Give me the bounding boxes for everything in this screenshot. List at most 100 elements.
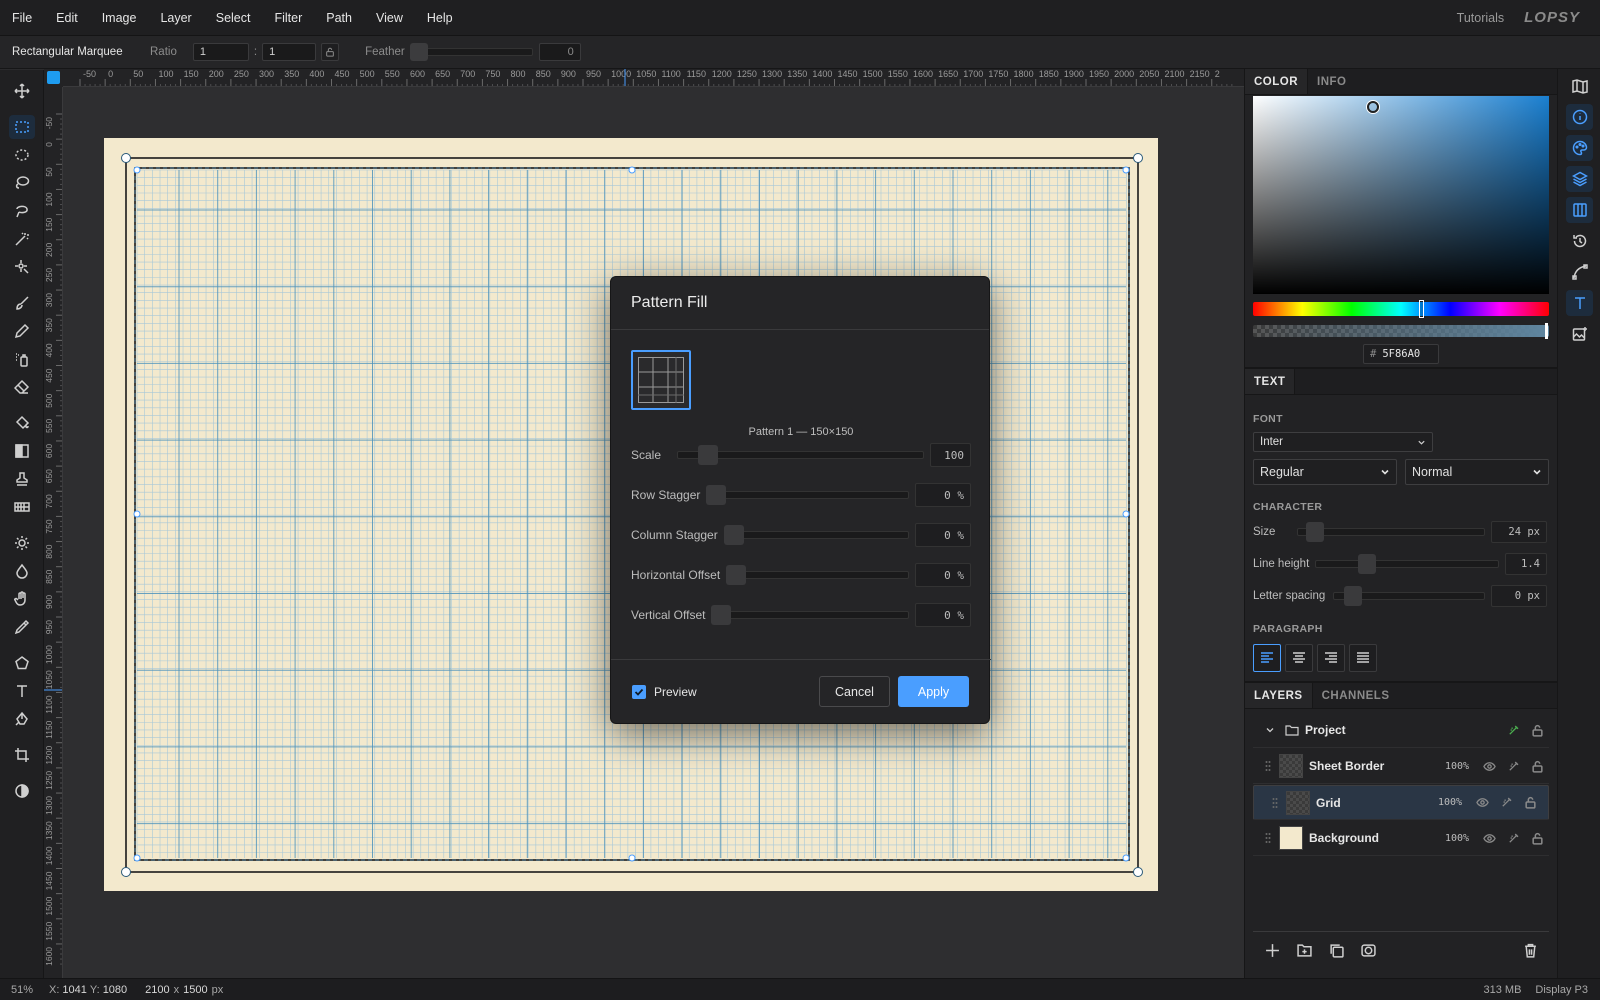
hue-slider[interactable] <box>1253 302 1549 316</box>
tutorials-link[interactable]: Tutorials <box>1457 11 1504 25</box>
selection-handle[interactable] <box>133 854 141 862</box>
drag-handle-icon[interactable] <box>1265 760 1271 772</box>
line-height-slider[interactable] <box>1315 554 1499 574</box>
zoom-level[interactable]: 51% <box>11 984 43 996</box>
horizontal-offset-slider-thumb[interactable] <box>726 565 747 585</box>
align-center-button[interactable] <box>1285 644 1313 672</box>
pattern-swatch[interactable] <box>631 350 691 410</box>
dodge-tool[interactable] <box>9 531 35 555</box>
menu-image[interactable]: Image <box>90 11 149 25</box>
magic-wand-tool[interactable] <box>9 227 35 251</box>
layer-row[interactable]: Background 100% <box>1253 821 1549 856</box>
lock-icon[interactable] <box>1518 796 1542 809</box>
fx-icon[interactable] <box>1501 724 1525 737</box>
color-panel-button[interactable] <box>1566 135 1593 161</box>
image-panel-button[interactable] <box>1566 321 1593 347</box>
menu-path[interactable]: Path <box>314 11 364 25</box>
row-stagger-slider-thumb[interactable] <box>706 485 727 505</box>
pencil-tool[interactable] <box>9 319 35 343</box>
shape-tool[interactable] <box>9 651 35 675</box>
tab-layers[interactable]: LAYERS <box>1245 683 1313 708</box>
hex-value[interactable]: 5F86A0 <box>1382 348 1420 360</box>
gradient-tool[interactable] <box>9 439 35 463</box>
move-tool[interactable] <box>9 79 35 103</box>
lock-icon[interactable] <box>1525 724 1549 737</box>
eraser-tool[interactable] <box>9 375 35 399</box>
spray-tool[interactable] <box>9 347 35 371</box>
map-panel-button[interactable] <box>1566 73 1593 99</box>
line-height-slider-thumb[interactable] <box>1358 554 1376 574</box>
tab-info[interactable]: INFO <box>1308 69 1355 94</box>
letter-spacing-slider-thumb[interactable] <box>1344 586 1362 606</box>
selection-handle[interactable] <box>133 510 141 518</box>
column-stagger-slider[interactable] <box>723 525 909 545</box>
hex-field[interactable]: # 5F86A0 <box>1363 344 1439 364</box>
menu-select[interactable]: Select <box>204 11 263 25</box>
layer-opacity[interactable]: 100% <box>1445 833 1477 844</box>
tab-color[interactable]: COLOR <box>1245 69 1309 94</box>
align-right-button[interactable] <box>1317 644 1345 672</box>
scale-slider-thumb[interactable] <box>698 445 718 465</box>
transform-handle[interactable] <box>1133 867 1143 877</box>
menu-layer[interactable]: Layer <box>148 11 203 25</box>
selection-handle[interactable] <box>133 166 141 174</box>
blur-tool[interactable] <box>9 559 35 583</box>
apply-button[interactable]: Apply <box>898 676 969 707</box>
layer-opacity[interactable]: 100% <box>1438 797 1470 808</box>
ruler-origin-marker[interactable] <box>47 71 60 84</box>
layers-panel-button[interactable] <box>1566 166 1593 192</box>
selection-handle[interactable] <box>1122 854 1130 862</box>
hue-slider-thumb[interactable] <box>1419 300 1424 318</box>
elliptical-marquee-tool[interactable] <box>9 143 35 167</box>
layer-group-project[interactable]: Project <box>1253 713 1549 748</box>
fx-icon[interactable] <box>1501 760 1525 773</box>
paths-panel-button[interactable] <box>1566 259 1593 285</box>
pen-tool[interactable] <box>9 707 35 731</box>
transform-handle[interactable] <box>121 153 131 163</box>
brush-tool[interactable] <box>9 291 35 315</box>
alpha-slider-thumb[interactable] <box>1545 323 1548 339</box>
layer-name[interactable]: Grid <box>1316 796 1438 810</box>
chevron-down-icon[interactable] <box>1265 725 1275 735</box>
size-input[interactable]: 24 px <box>1491 521 1547 543</box>
font-variant-select[interactable]: Normal <box>1405 459 1549 485</box>
cancel-button[interactable]: Cancel <box>819 676 890 707</box>
feather-input[interactable]: 0 <box>538 43 581 61</box>
paint-bucket-tool[interactable] <box>9 411 35 435</box>
selection-handle[interactable] <box>1122 510 1130 518</box>
new-group-button[interactable] <box>1293 939 1315 961</box>
menu-view[interactable]: View <box>364 11 415 25</box>
horizontal-ruler[interactable]: -50 0 50 100 150 200 250 300 350 400 450 500 550 600 6… <box>63 69 1244 87</box>
fx-icon[interactable] <box>1494 796 1518 809</box>
eye-icon[interactable] <box>1477 832 1501 845</box>
saturation-value-picker[interactable] <box>1253 96 1549 294</box>
text-panel-button[interactable] <box>1566 290 1593 316</box>
ratio-width-input[interactable]: 1 <box>192 43 249 61</box>
vertical-offset-slider-thumb[interactable] <box>711 605 732 625</box>
drag-handle-icon[interactable] <box>1265 832 1271 844</box>
layer-opacity[interactable]: 100% <box>1445 761 1477 772</box>
vertical-ruler[interactable]: -50 0 50 100 150 200 250 300 350 400 450 500 550 600 6… <box>44 87 63 978</box>
rectangular-marquee-tool[interactable] <box>9 115 35 139</box>
font-style-select[interactable]: Regular <box>1253 459 1397 485</box>
vertical-offset-input[interactable]: 0 % <box>915 603 971 627</box>
ratio-lock-button[interactable] <box>321 43 340 61</box>
quick-select-tool[interactable] <box>9 255 35 279</box>
text-tool[interactable] <box>9 679 35 703</box>
layer-row[interactable]: Sheet Border 100% <box>1253 749 1549 784</box>
channels-panel-button[interactable] <box>1566 197 1593 223</box>
lock-icon[interactable] <box>1525 760 1549 773</box>
crop-tool[interactable] <box>9 743 35 767</box>
line-height-input[interactable]: 1.4 <box>1505 553 1547 575</box>
transform-handle[interactable] <box>1133 153 1143 163</box>
size-slider-thumb[interactable] <box>1306 522 1324 542</box>
scale-input[interactable]: 100 <box>930 443 971 467</box>
color-picker-handle[interactable] <box>1367 101 1379 113</box>
tab-channels[interactable]: CHANNELS <box>1313 683 1399 708</box>
smudge-tool[interactable] <box>9 587 35 611</box>
selection-handle[interactable] <box>1122 166 1130 174</box>
selection-handle[interactable] <box>628 166 636 174</box>
history-panel-button[interactable] <box>1566 228 1593 254</box>
feather-slider[interactable] <box>409 43 533 61</box>
layer-name[interactable]: Sheet Border <box>1309 759 1445 773</box>
